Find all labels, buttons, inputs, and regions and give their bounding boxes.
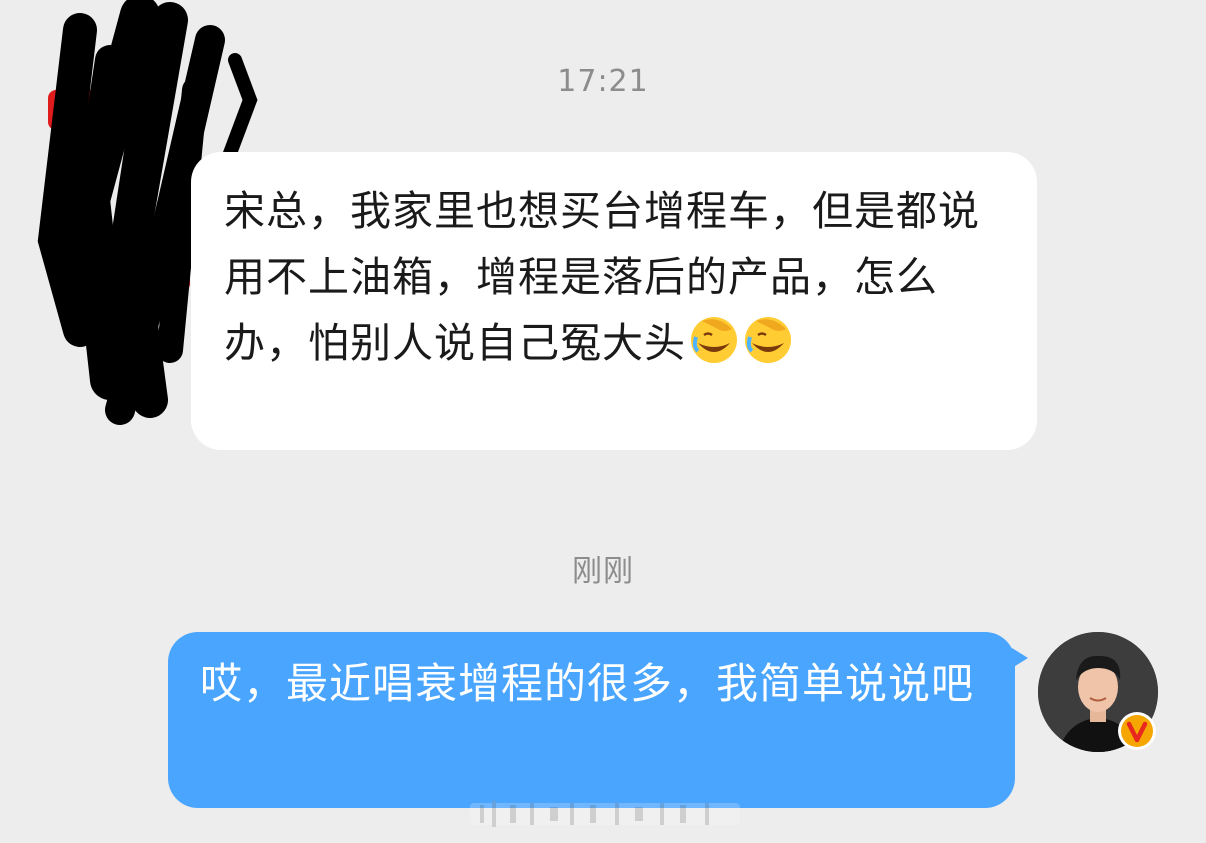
verified-v-badge-icon	[1118, 712, 1156, 750]
bubble-tail	[1012, 648, 1028, 668]
outgoing-message-bubble[interactable]: 哎，最近唱衰增程的很多，我简单说说吧	[168, 632, 1028, 808]
watermark	[470, 801, 740, 827]
message-timestamp: 17:21	[557, 64, 649, 99]
facepalm-laugh-emoji-icon	[745, 317, 791, 363]
facepalm-laugh-emoji-icon	[691, 317, 737, 363]
chat-screen: 17:21 宋总，我家里也想买台增程车，但是都说用不上油箱，增程是落后的产品，怎…	[0, 0, 1206, 843]
message-timestamp: 刚刚	[572, 554, 634, 589]
incoming-message-bubble[interactable]: 宋总，我家里也想买台增程车，但是都说用不上油箱，增程是落后的产品，怎么办，怕别人…	[191, 152, 1037, 450]
incoming-message-text: 宋总，我家里也想买台增程车，但是都说用不上油箱，增程是落后的产品，怎么办，怕别人…	[224, 187, 980, 367]
outgoing-message-text: 哎，最近唱衰增程的很多，我简单说说吧	[200, 659, 975, 708]
sender-avatar[interactable]	[1038, 632, 1158, 752]
